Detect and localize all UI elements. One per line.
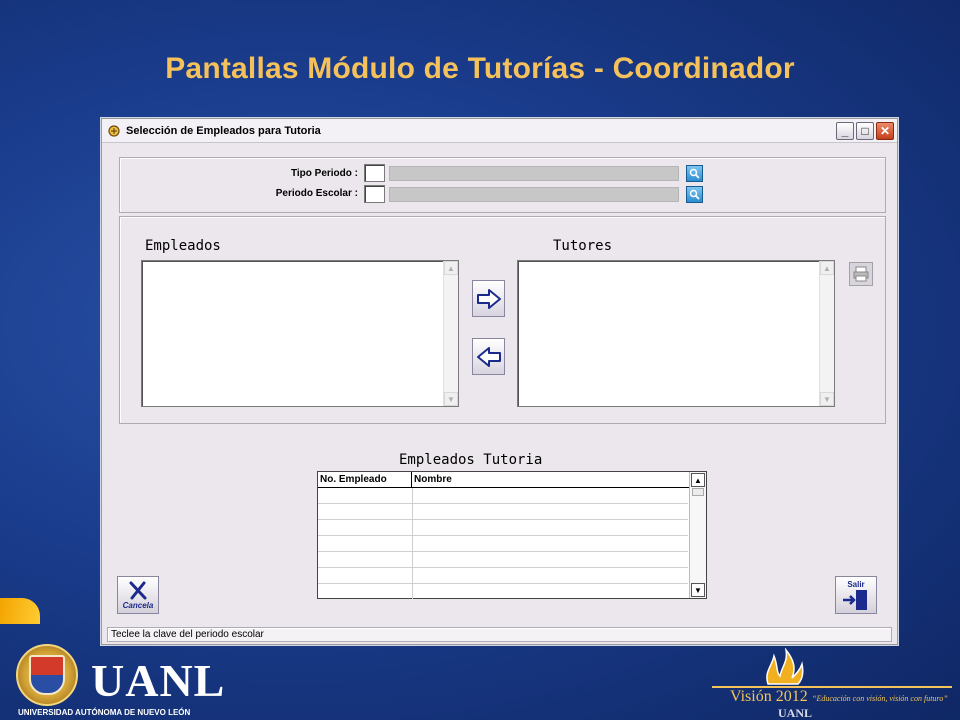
period-filter-panel: Tipo Periodo : Periodo Escolar : xyxy=(119,157,886,213)
scroll-up-button[interactable]: ▲ xyxy=(820,261,834,275)
scroll-thumb[interactable] xyxy=(692,488,704,496)
slide-title: Pantallas Módulo de Tutorías - Coordinad… xyxy=(165,52,795,85)
arrow-right-icon xyxy=(476,288,501,309)
empleados-label: Empleados xyxy=(145,238,221,254)
vision-2012-logo: Visión 2012 “Educación con visión, visió… xyxy=(712,648,960,720)
vision-uanl: UANL xyxy=(778,706,813,720)
maximize-icon: □ xyxy=(861,124,869,138)
periodo-escolar-input[interactable] xyxy=(364,185,385,203)
empleados-tutoria-caption: Empleados Tutoria xyxy=(399,452,543,468)
chevron-down-icon: ▼ xyxy=(823,394,831,404)
table-row[interactable] xyxy=(318,520,688,536)
add-tutor-button[interactable] xyxy=(472,280,505,317)
periodo-escolar-label: Periodo Escolar : xyxy=(275,188,358,199)
search-icon xyxy=(689,168,700,179)
window-titlebar[interactable]: Selección de Empleados para Tutoria _ □ … xyxy=(102,119,897,143)
table-row[interactable] xyxy=(318,504,688,520)
tutores-label: Tutores xyxy=(553,238,613,254)
printer-icon xyxy=(853,266,869,282)
table-row[interactable] xyxy=(318,568,688,584)
empleados-scrollbar[interactable]: ▲ ▼ xyxy=(443,261,458,406)
tutores-scrollbar[interactable]: ▲ ▼ xyxy=(819,261,834,406)
scroll-down-button[interactable]: ▼ xyxy=(444,392,458,406)
chevron-down-icon: ▼ xyxy=(447,394,455,404)
chevron-down-icon: ▼ xyxy=(694,585,702,595)
close-icon: ✕ xyxy=(879,124,891,138)
pin-x-icon xyxy=(129,581,147,599)
uanl-fullname: UNIVERSIDAD AUTÓNOMA DE NUEVO LEÓN xyxy=(18,708,191,717)
scroll-down-button[interactable]: ▼ xyxy=(820,392,834,406)
maximize-button[interactable]: □ xyxy=(856,122,874,140)
close-button[interactable]: ✕ xyxy=(876,122,894,140)
column-header-no-empleado[interactable]: No. Empleado xyxy=(318,472,412,487)
exit-door-icon xyxy=(843,589,867,610)
tipo-periodo-search-button[interactable] xyxy=(686,165,703,182)
app-icon xyxy=(106,123,122,139)
application-window: Selección de Empleados para Tutoria _ □ … xyxy=(101,118,898,645)
periodo-escolar-description xyxy=(389,187,679,202)
decorative-swoosh xyxy=(0,598,40,624)
scroll-up-button[interactable]: ▲ xyxy=(691,473,705,487)
table-row[interactable] xyxy=(318,536,688,552)
column-header-nombre[interactable]: Nombre xyxy=(412,472,690,487)
tipo-periodo-description xyxy=(389,166,679,181)
window-title: Selección de Empleados para Tutoria xyxy=(126,124,321,137)
cancel-button[interactable]: Cancela xyxy=(117,576,159,614)
cancel-button-label: Cancela xyxy=(122,600,154,610)
scroll-down-button[interactable]: ▼ xyxy=(691,583,705,597)
minimize-icon: _ xyxy=(841,124,849,138)
uanl-seal-icon xyxy=(16,644,78,706)
status-bar: Teclee la clave del periodo escolar xyxy=(107,627,892,642)
uanl-wordmark: UANL xyxy=(91,655,226,706)
exit-button[interactable]: Salir xyxy=(835,576,877,614)
scroll-up-button[interactable]: ▲ xyxy=(444,261,458,275)
remove-tutor-button[interactable] xyxy=(472,338,505,375)
uanl-logo: UANL UNIVERSIDAD AUTÓNOMA DE NUEVO LEÓN xyxy=(16,644,224,720)
chevron-up-icon: ▲ xyxy=(447,263,455,273)
assignment-panel: Empleados Tutores ▲ ▼ ▲ ▼ xyxy=(119,216,886,424)
grid-header: No. Empleado Nombre xyxy=(318,472,690,488)
print-button[interactable] xyxy=(849,262,873,286)
exit-button-label: Salir xyxy=(847,579,865,589)
vision-quote: “Educación con visión, visión con futuro… xyxy=(812,694,948,703)
periodo-escolar-search-button[interactable] xyxy=(686,186,703,203)
chevron-up-icon: ▲ xyxy=(823,263,831,273)
arrow-left-icon xyxy=(476,346,501,367)
vision-title: Visión 2012 xyxy=(730,688,808,705)
empleados-listbox[interactable]: ▲ ▼ xyxy=(141,260,459,407)
search-icon xyxy=(689,189,700,200)
grid-scrollbar[interactable]: ▲ ▼ xyxy=(689,472,706,598)
tipo-periodo-label: Tipo Periodo : xyxy=(290,168,358,179)
tutores-listbox[interactable]: ▲ ▼ xyxy=(517,260,835,407)
table-row[interactable] xyxy=(318,488,688,504)
tipo-periodo-input[interactable] xyxy=(364,164,385,182)
chevron-up-icon: ▲ xyxy=(694,475,702,485)
table-row[interactable] xyxy=(318,552,688,568)
flame-icon xyxy=(766,648,804,685)
empleados-tutoria-grid[interactable]: No. Empleado Nombre ▲ ▼ xyxy=(317,471,707,599)
minimize-button[interactable]: _ xyxy=(836,122,854,140)
